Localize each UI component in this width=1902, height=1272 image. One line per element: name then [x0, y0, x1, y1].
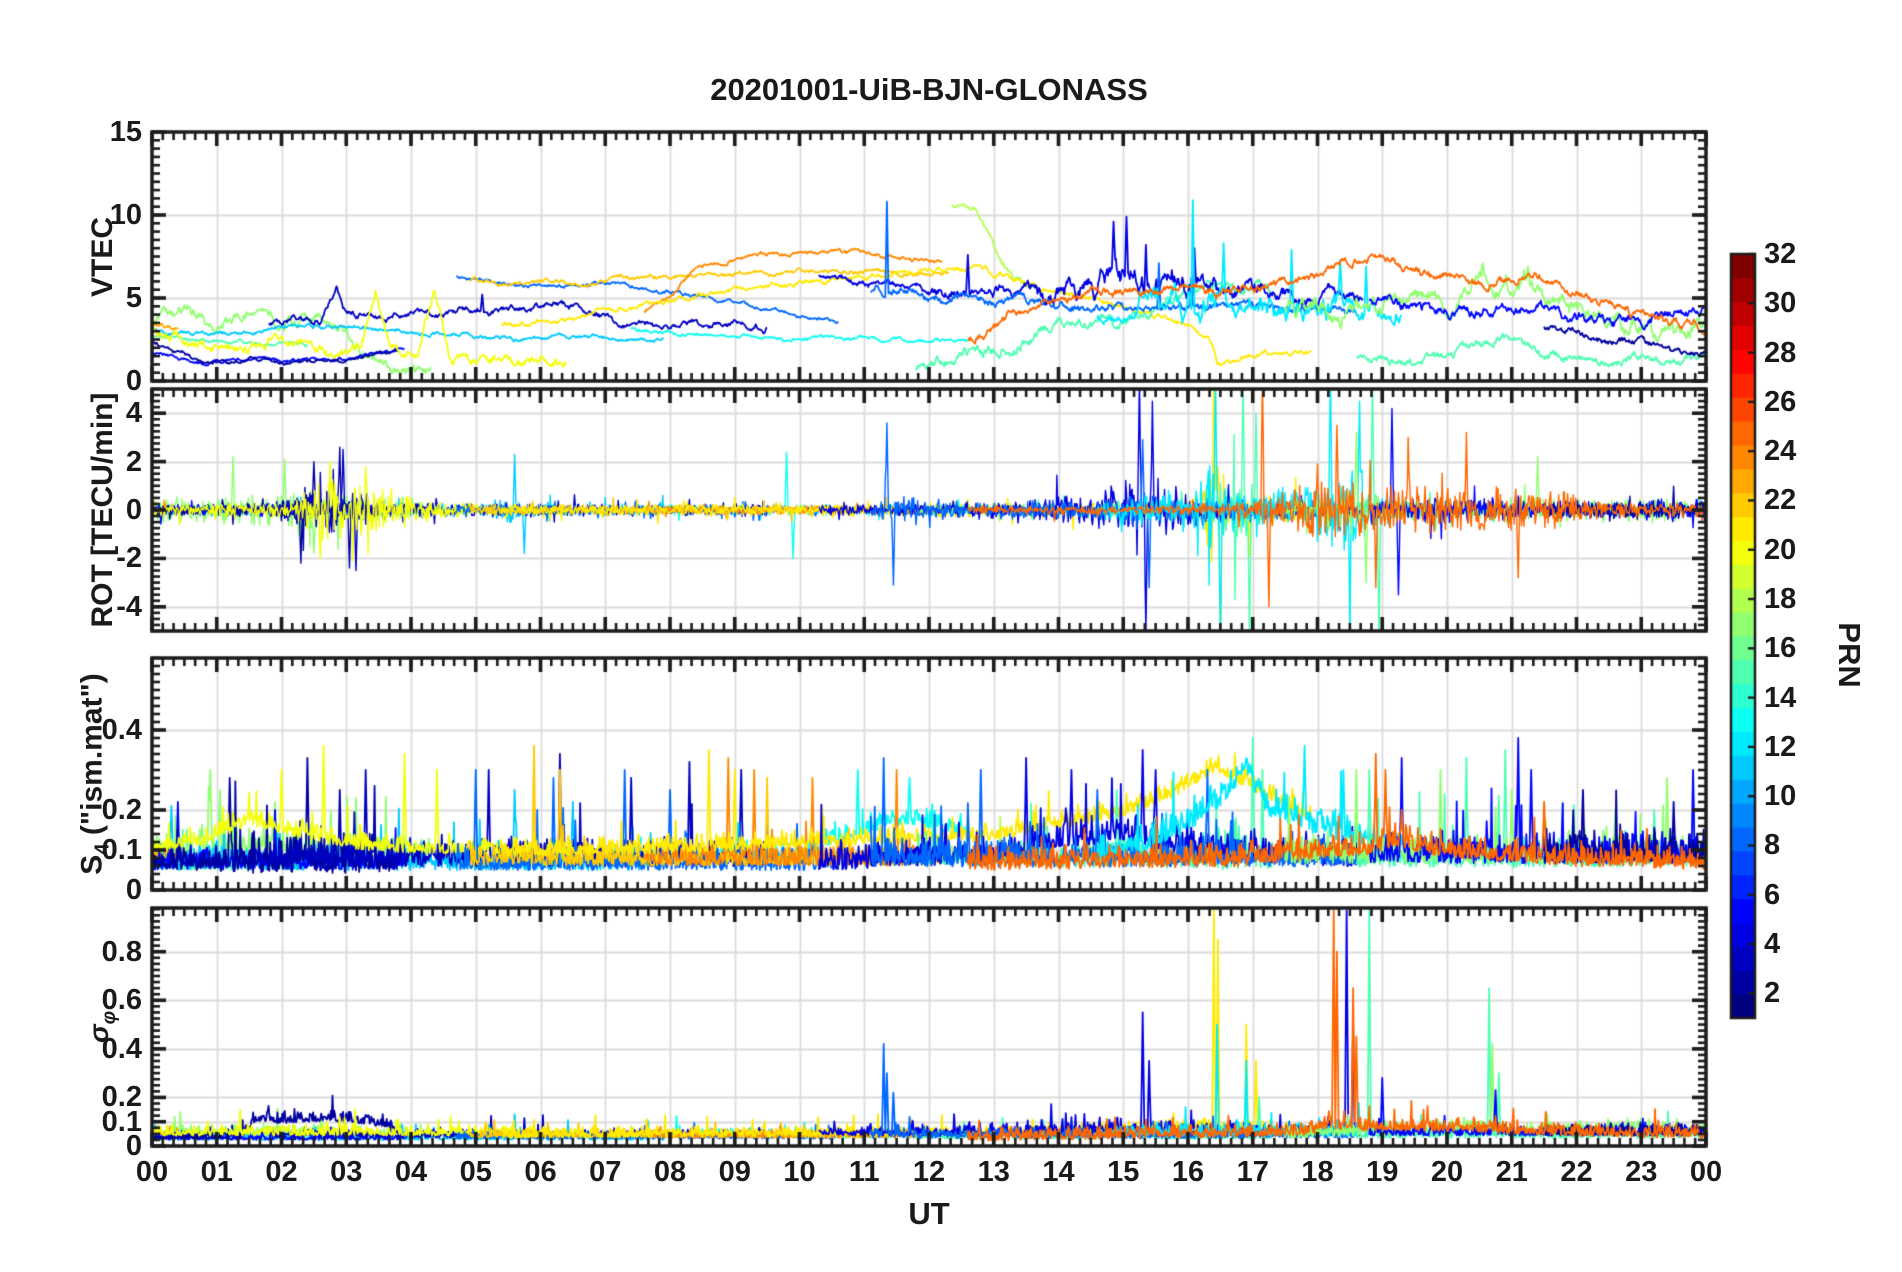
x-tick-label: 06: [524, 1156, 557, 1188]
chart-canvas: [0, 0, 1902, 1272]
colorbar-tick-label: 2: [1764, 977, 1781, 1010]
colorbar-tick-label: 26: [1764, 385, 1797, 418]
y-tick-label: 0.6: [101, 984, 142, 1017]
y-tick-label: 0: [125, 494, 142, 526]
rot-axis-label: ROT [TECU/min]: [86, 392, 119, 628]
y-tick-label: 4: [125, 397, 142, 430]
colorbar-tick-label: 10: [1764, 780, 1797, 813]
colorbar-tick-label: 32: [1764, 238, 1797, 270]
y-tick-label: 0.4: [101, 1032, 142, 1065]
y-tick-label: 0.1: [101, 834, 142, 866]
y-tick-label: 10: [109, 199, 142, 231]
x-tick-label: 13: [977, 1156, 1010, 1188]
x-axis-label: UT: [908, 1196, 950, 1231]
colorbar-tick-label: 20: [1764, 533, 1797, 566]
colorbar-tick-label: 4: [1764, 928, 1781, 961]
colorbar-tick-label: 24: [1764, 435, 1797, 468]
x-tick-label: 05: [459, 1156, 492, 1188]
y-tick-label: -2: [116, 542, 142, 575]
x-tick-label: 11: [848, 1156, 880, 1188]
x-tick-label: 00: [1689, 1156, 1723, 1188]
x-tick-label: 20: [1430, 1156, 1464, 1188]
x-tick-label: 18: [1301, 1156, 1334, 1188]
y-tick-label: 0: [125, 874, 142, 906]
figure: 20201001-UiB-BJN-GLONASS VTEC ROT [TECU/…: [0, 0, 1902, 1272]
x-tick-label: 14: [1042, 1156, 1075, 1188]
x-tick-label: 09: [718, 1156, 751, 1188]
x-tick-label: 02: [265, 1156, 298, 1188]
y-tick-label: 0: [125, 365, 142, 397]
x-tick-label: 03: [330, 1156, 363, 1188]
colorbar-tick-label: 6: [1764, 878, 1781, 911]
x-tick-label: 22: [1560, 1156, 1593, 1188]
colorbar-tick-label: 18: [1764, 583, 1797, 616]
x-tick-label: 16: [1171, 1156, 1205, 1188]
x-tick-label: 23: [1625, 1156, 1658, 1188]
colorbar-tick-label: 14: [1764, 681, 1797, 714]
y-tick-label: -4: [116, 590, 142, 623]
x-tick-label: 07: [589, 1156, 622, 1188]
colorbar-tick-label: 8: [1764, 829, 1781, 862]
y-tick-label: 5: [125, 282, 142, 314]
x-tick-label: 21: [1495, 1156, 1528, 1188]
y-tick-label: 2: [125, 445, 142, 478]
x-tick-label: 01: [200, 1156, 233, 1188]
x-tick-label: 12: [912, 1156, 946, 1188]
colorbar-tick-label: 28: [1764, 336, 1797, 369]
x-tick-label: 10: [783, 1156, 816, 1188]
colorbar-tick-label: 12: [1764, 730, 1797, 763]
chart-title: 20201001-UiB-BJN-GLONASS: [710, 72, 1148, 107]
x-tick-label: 17: [1236, 1156, 1269, 1188]
x-tick-label: 04: [394, 1156, 428, 1188]
y-tick-label: 15: [109, 116, 142, 148]
y-tick-label: 0.4: [101, 714, 142, 746]
y-tick-label: 0.2: [101, 794, 142, 826]
x-tick-label: 19: [1366, 1156, 1399, 1188]
colorbar-label: PRN: [1832, 622, 1867, 688]
y-tick-label: 0.8: [101, 935, 142, 968]
x-tick-label: 08: [653, 1156, 687, 1188]
x-tick-label: 15: [1107, 1156, 1140, 1188]
y-tick-label: 0.2: [101, 1081, 142, 1114]
colorbar-tick-label: 22: [1764, 484, 1797, 517]
colorbar-tick-label: 30: [1764, 287, 1797, 320]
colorbar-tick-label: 16: [1764, 632, 1797, 665]
